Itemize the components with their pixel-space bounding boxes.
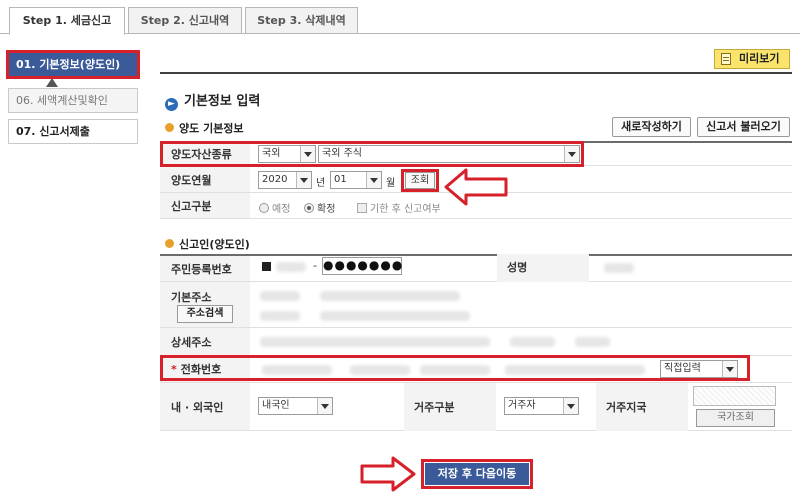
ssn-mask-square bbox=[262, 262, 271, 271]
down-arrow-icon bbox=[46, 78, 58, 87]
address-search-button[interactable]: 주소검색 bbox=[177, 305, 233, 323]
name-blur bbox=[604, 263, 634, 273]
ssn-label: 주민등록번호 bbox=[160, 256, 250, 281]
tab-step1[interactable]: Step 1. 세금신고 bbox=[9, 7, 125, 35]
address-blur-2 bbox=[320, 291, 460, 301]
new-report-button[interactable]: 새로작성하기 bbox=[612, 117, 691, 137]
address-blur-3 bbox=[260, 311, 300, 321]
ssn-row: 주민등록번호 bbox=[160, 254, 792, 282]
year-value: 2020 bbox=[262, 174, 288, 185]
arrow-circle-icon: ► bbox=[165, 98, 178, 111]
right-arrow-icon bbox=[360, 456, 416, 492]
report-option-interim-label: 예정 bbox=[272, 204, 291, 215]
load-report-button[interactable]: 신고서 불러오기 bbox=[697, 117, 790, 137]
residence-country-label: 거주지국 bbox=[596, 383, 688, 431]
transfer-section-title: 양도 기본정보 bbox=[165, 120, 244, 136]
sidebar-item-submit[interactable]: 07. 신고서제출 bbox=[8, 119, 138, 144]
detail-address-blur-3 bbox=[575, 337, 610, 347]
step-tabs: Step 1. 세금신고 Step 2. 신고내역 Step 3. 삭제내역 bbox=[0, 0, 800, 35]
chevron-down-icon bbox=[366, 172, 381, 188]
residence-type-value: 거주자 bbox=[508, 400, 536, 411]
residence-country-field bbox=[693, 386, 776, 406]
residence-type-label: 거주구분 bbox=[404, 383, 496, 431]
bullet-icon bbox=[165, 123, 174, 132]
header-divider bbox=[160, 72, 792, 74]
chevron-down-icon bbox=[296, 172, 311, 188]
ssn-dash: - bbox=[313, 259, 317, 272]
report-option-interim[interactable]: 예정 bbox=[259, 200, 290, 215]
report-option-late[interactable]: 기한 후 신고여부 bbox=[357, 200, 441, 215]
nationality-label: 내 · 외국인 bbox=[160, 383, 250, 430]
highlight-asset-type bbox=[160, 141, 584, 167]
chevron-down-icon bbox=[317, 398, 332, 414]
ssn-blur bbox=[276, 262, 306, 272]
report-option-final-label: 확정 bbox=[317, 204, 336, 215]
detail-address-label: 상세주소 bbox=[160, 328, 250, 355]
report-option-final[interactable]: 확정 bbox=[304, 200, 335, 215]
document-icon bbox=[721, 53, 731, 65]
report-type-row: 신고구분 bbox=[160, 193, 792, 219]
nationality-select[interactable]: 내국인 bbox=[258, 397, 333, 415]
address-blur-1 bbox=[260, 291, 300, 301]
chevron-down-icon bbox=[563, 398, 578, 414]
page-title: ► 기본정보 입력 bbox=[165, 90, 260, 111]
radio-icon bbox=[259, 203, 269, 213]
highlight-lookup bbox=[401, 169, 439, 192]
checkbox-icon bbox=[357, 203, 367, 213]
transfer-date-label: 양도연월 bbox=[160, 167, 250, 192]
transfer-title-text: 양도 기본정보 bbox=[179, 122, 244, 135]
detail-address-blur bbox=[260, 337, 490, 347]
tab-step2[interactable]: Step 2. 신고내역 bbox=[128, 7, 242, 34]
address-row: 기본주소 bbox=[160, 282, 792, 328]
reporter-title-text: 신고인(양도인) bbox=[179, 238, 250, 251]
name-label: 성명 bbox=[497, 254, 589, 282]
report-option-late-label: 기한 후 신고여부 bbox=[370, 204, 441, 215]
radio-checked-icon bbox=[304, 203, 314, 213]
detail-address-blur-2 bbox=[510, 337, 555, 347]
address-blur-4 bbox=[320, 311, 470, 321]
ssn-back-field[interactable]: ●●●●●●● bbox=[322, 257, 402, 275]
sidebar-item-basic-info[interactable]: 01. 기본정보(양도인) bbox=[6, 50, 140, 79]
reporter-section-title: 신고인(양도인) bbox=[165, 236, 250, 252]
preview-button[interactable]: 미리보기 bbox=[714, 49, 790, 69]
tab-step3[interactable]: Step 3. 삭제내역 bbox=[245, 7, 358, 34]
nationality-value: 내국인 bbox=[262, 400, 290, 411]
page-title-text: 기본정보 입력 bbox=[184, 94, 261, 109]
residence-type-select[interactable]: 거주자 bbox=[504, 397, 579, 415]
year-unit: 년 bbox=[316, 178, 326, 189]
preview-label: 미리보기 bbox=[739, 52, 780, 65]
save-next-button[interactable]: 저장 후 다음이동 bbox=[421, 459, 533, 489]
month-select[interactable]: 01 bbox=[330, 171, 382, 189]
month-value: 01 bbox=[334, 174, 347, 185]
highlight-phone bbox=[160, 355, 750, 381]
sidebar-item-tax-calc[interactable]: 06. 세액계산및확인 bbox=[8, 88, 138, 113]
year-select[interactable]: 2020 bbox=[258, 171, 312, 189]
country-lookup-button[interactable]: 국가조회 bbox=[696, 409, 775, 427]
report-type-label: 신고구분 bbox=[160, 193, 250, 218]
bullet-icon bbox=[165, 239, 174, 248]
month-unit: 월 bbox=[386, 178, 396, 189]
